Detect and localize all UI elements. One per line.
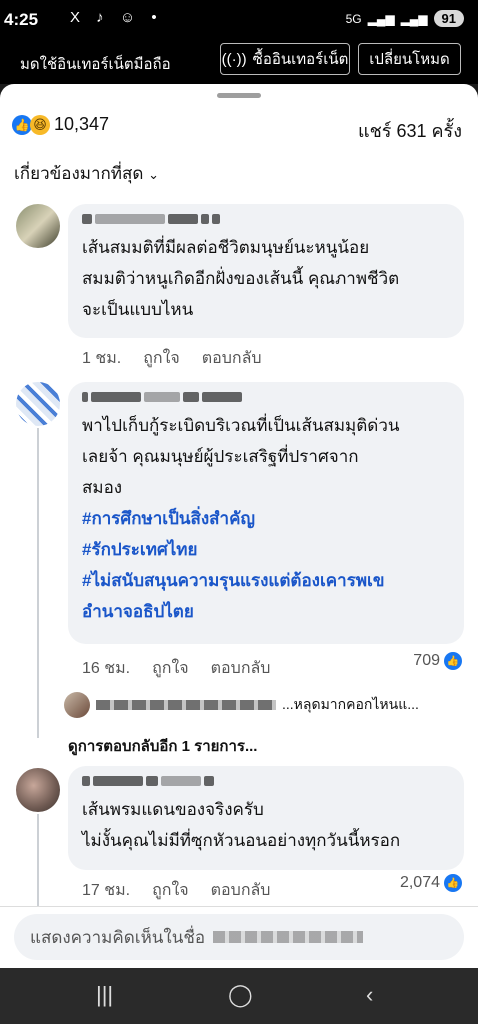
- comment-text: พาไปเก็บกู้ระเบิดบริเวณที่เป็นเส้นสมมุติ…: [82, 410, 452, 627]
- reply-button[interactable]: ตอบกลับ: [202, 346, 262, 371]
- view-more-replies-link[interactable]: ดูการตอบกลับอีก 1 รายการ...: [68, 734, 257, 758]
- comment-bubble[interactable]: พาไปเก็บกู้ระเบิดบริเวณที่เป็นเส้นสมมุติ…: [68, 382, 464, 644]
- reaction-count: 10,347: [54, 114, 110, 134]
- switch-mode-button[interactable]: เปลี่ยนโหมด: [358, 43, 461, 75]
- comment-text: เส้นสมมติที่มีผลต่อชีวิตมนุษย์นะหนูน้อย …: [82, 238, 400, 319]
- system-nav-bar: ||| ◯ ‹: [0, 968, 478, 1024]
- comment-time: 1 ชม.: [82, 350, 122, 367]
- buy-internet-button[interactable]: ((·)) ซื้ออินเทอร์เน็ต: [220, 43, 350, 75]
- reply-button[interactable]: ตอบกลับ: [211, 878, 271, 903]
- hashtag-link[interactable]: #รักประเทศไทย: [82, 534, 452, 565]
- like-button[interactable]: ถูกใจ: [152, 878, 189, 903]
- thread-line: [37, 814, 39, 914]
- author-name-blurred: [96, 700, 276, 710]
- reply-preview[interactable]: ...หลุดมากคอกไหนแ...: [64, 692, 448, 718]
- hashtag-link[interactable]: #การศึกษาเป็นสิ่งสำคัญ: [82, 503, 452, 534]
- like-button[interactable]: ถูกใจ: [143, 346, 180, 371]
- reaction-summary[interactable]: 👍 😆 10,347: [12, 114, 109, 135]
- author-name-blurred[interactable]: [82, 390, 452, 404]
- avatar[interactable]: [16, 204, 60, 248]
- like-button[interactable]: ถูกใจ: [152, 656, 189, 681]
- clock: 4:25: [4, 10, 39, 29]
- reaction-number: 2,074: [399, 874, 440, 891]
- reaction-count-badge[interactable]: 2,074 👍: [400, 874, 462, 892]
- drag-handle[interactable]: [217, 93, 261, 98]
- hashtag-link[interactable]: #ไม่สนับสนุนความรุนแรงแต่ต้องเคารพเข: [82, 565, 452, 596]
- comment-input[interactable]: แสดงความคิดเห็นในชื่อ: [14, 914, 464, 960]
- reply-text: ...หลุดมากคอกไหนแ...: [282, 696, 419, 712]
- comment-actions: 16 ชม. ถูกใจ ตอบกลับ: [82, 656, 270, 681]
- reaction-number: 709: [413, 652, 440, 669]
- comment-actions: 17 ชม. ถูกใจ ตอบกลับ: [82, 878, 270, 903]
- haha-reaction-icon: 😆: [30, 114, 50, 135]
- user-name-blurred: [213, 931, 364, 943]
- reaction-count-badge[interactable]: 709 👍: [413, 652, 462, 670]
- avatar: [64, 692, 90, 718]
- sort-dropdown[interactable]: เกี่ยวข้องมากที่สุด ⌄: [14, 160, 159, 187]
- comment-bubble[interactable]: เส้นสมมติที่มีผลต่อชีวิตมนุษย์นะหนูน้อย …: [68, 204, 464, 338]
- chevron-down-icon: ⌄: [148, 167, 160, 182]
- input-placeholder: แสดงความคิดเห็นในชื่อ: [30, 927, 206, 947]
- avatar[interactable]: [16, 768, 60, 812]
- comment-bubble[interactable]: เส้นพรมแดนของจริงครับ ไม่งั้นคุณไม่มีที่…: [68, 766, 464, 870]
- comment-time: 16 ชม.: [82, 660, 131, 677]
- buy-internet-label: ซื้ออินเทอร์เน็ต: [252, 51, 349, 68]
- signal-icon-2: ▂▄▆: [400, 11, 428, 26]
- like-reaction-icon: 👍: [444, 652, 462, 670]
- sort-label: เกี่ยวข้องมากที่สุด: [14, 164, 144, 183]
- like-reaction-icon: 👍: [12, 114, 32, 135]
- hashtag-link[interactable]: อำนาจอธิปไตย: [82, 596, 452, 627]
- antenna-icon: ((·)): [221, 50, 247, 68]
- comment-composer: แสดงความคิดเห็นในชื่อ: [0, 906, 478, 968]
- like-reaction-icon: 👍: [444, 874, 462, 892]
- back-icon[interactable]: ‹: [366, 982, 373, 1008]
- avatar[interactable]: [16, 382, 60, 426]
- comment-actions: 1 ชม. ถูกใจ ตอบกลับ: [82, 346, 262, 371]
- comment-text: เส้นพรมแดนของจริงครับ ไม่งั้นคุณไม่มีที่…: [82, 800, 401, 850]
- battery-icon: 91: [433, 10, 464, 27]
- mode-message: มดใช้อินเทอร์เน็ตมือถือ: [20, 56, 171, 73]
- author-name-blurred[interactable]: [82, 774, 452, 788]
- author-name-blurred[interactable]: [82, 212, 452, 226]
- signal-icon: ▂▄▆: [367, 11, 395, 26]
- thread-line: [37, 428, 39, 738]
- comments-sheet: 👍 😆 10,347 แชร์ 631 ครั้ง เกี่ยวข้องมากท…: [0, 84, 478, 968]
- home-icon[interactable]: ◯: [228, 982, 253, 1008]
- network-icon: 5G: [345, 11, 362, 26]
- reply-button[interactable]: ตอบกลับ: [211, 656, 271, 681]
- comment-time: 17 ชม.: [82, 882, 131, 899]
- data-mode-bar: มดใช้อินเทอร์เน็ตมือถือ ((·)) ซื้ออินเทอ…: [0, 40, 478, 84]
- share-count[interactable]: แชร์ 631 ครั้ง: [358, 116, 462, 145]
- switch-mode-label: เปลี่ยนโหมด: [369, 51, 450, 68]
- status-bar: 4:25 X ♪ ☺ • 5G ▂▄▆ ▂▄▆ 91: [0, 0, 478, 40]
- notification-icons: X ♪ ☺ •: [70, 9, 163, 26]
- recent-apps-icon[interactable]: |||: [96, 982, 113, 1008]
